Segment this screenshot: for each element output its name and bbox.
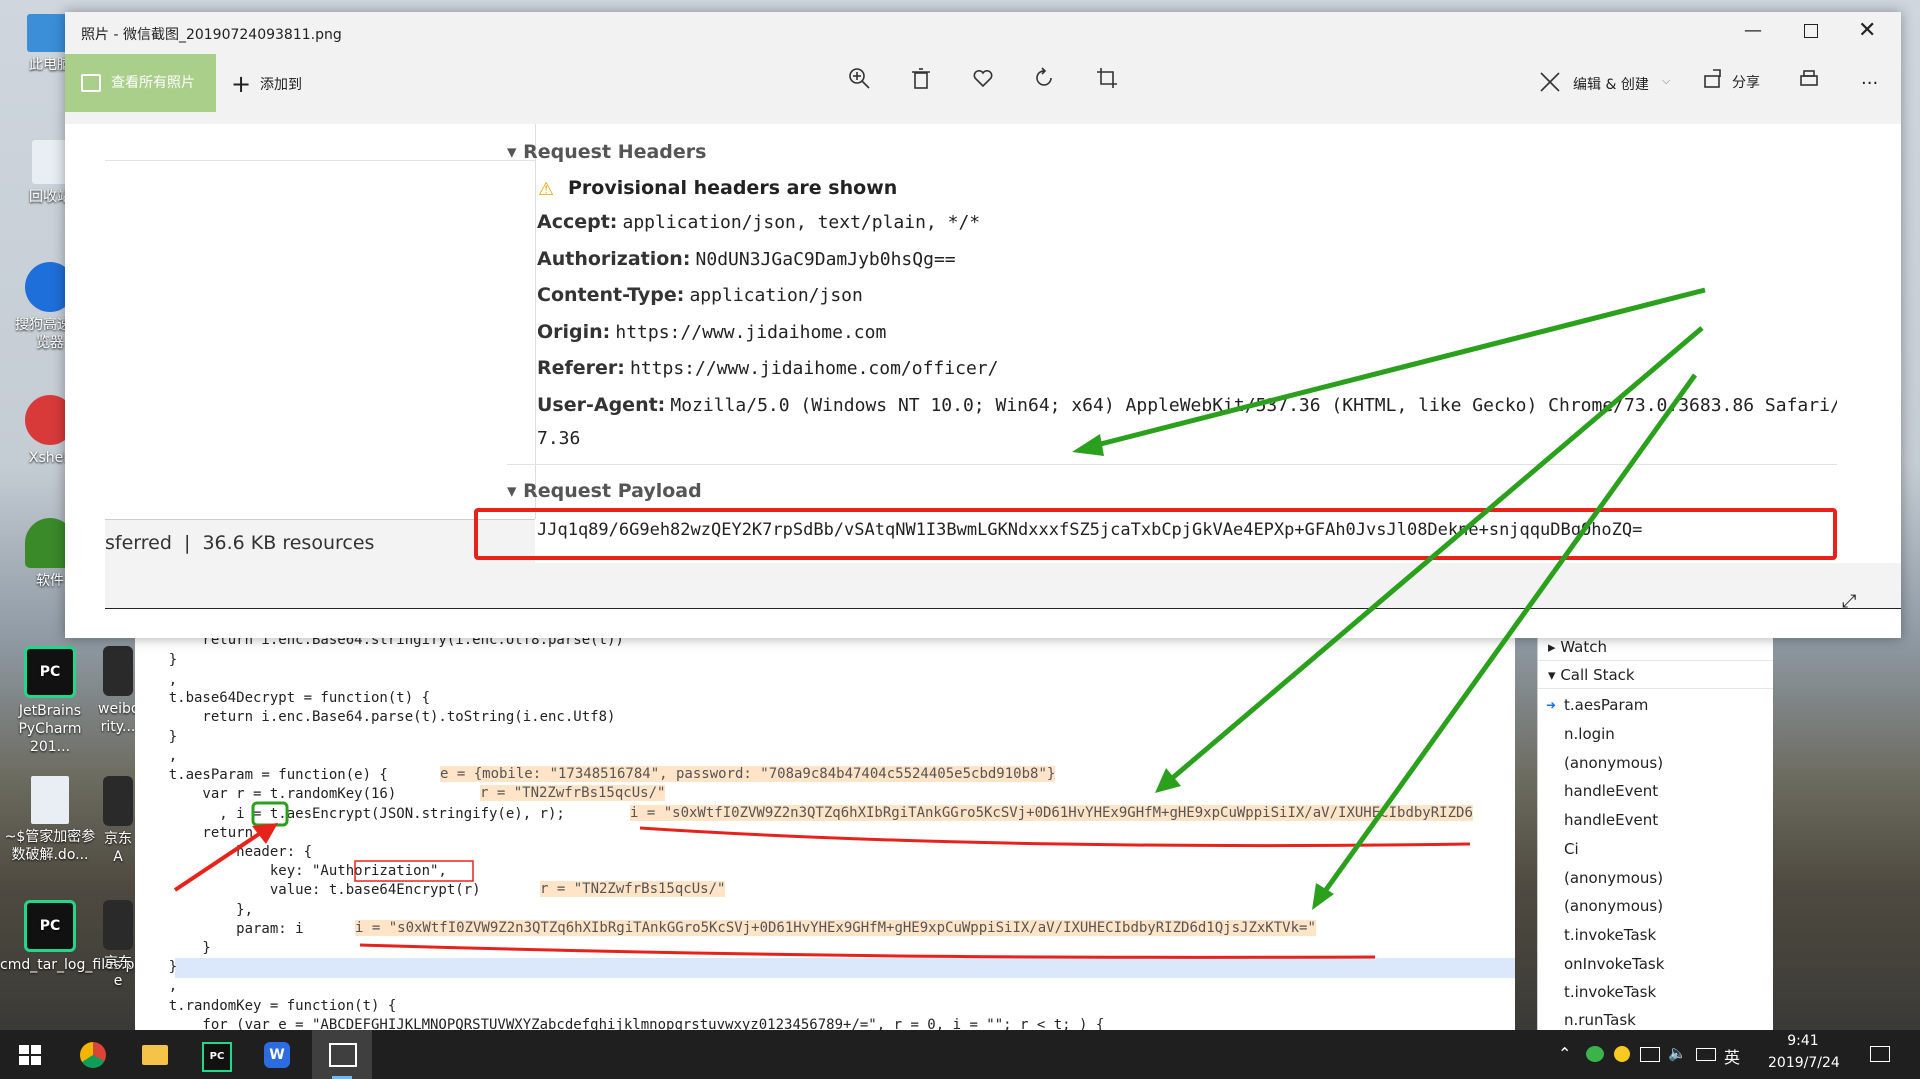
green-arrow-line-1 xyxy=(1084,287,1706,451)
windows-start-icon[interactable] xyxy=(19,1045,41,1065)
input-method-indicator[interactable]: 英 xyxy=(1724,1044,1740,1068)
file-explorer-icon[interactable] xyxy=(142,1045,168,1065)
volume-icon[interactable]: 🔈 xyxy=(1668,1044,1687,1062)
green-arrow-head-1 xyxy=(1072,434,1104,456)
green-arrow-line-3 xyxy=(1315,373,1698,903)
tray-expand-icon[interactable]: ⌃ xyxy=(1558,1044,1571,1063)
wechat-tray-icon[interactable] xyxy=(1586,1046,1604,1062)
chrome-icon[interactable] xyxy=(80,1042,106,1068)
green-arrow-line-2 xyxy=(1161,326,1704,788)
clock-time[interactable]: 9:41 xyxy=(1768,1033,1838,1049)
battery-icon[interactable] xyxy=(1696,1048,1716,1061)
network-tray-icon[interactable] xyxy=(1640,1047,1660,1062)
qq-tray-icon[interactable] xyxy=(1614,1046,1630,1062)
photos-taskbar-button[interactable] xyxy=(312,1030,372,1079)
notifications-icon[interactable] xyxy=(1870,1046,1890,1062)
clock-date[interactable]: 2019/7/24 xyxy=(1768,1055,1840,1071)
wps-icon[interactable]: W xyxy=(264,1042,290,1068)
pycharm-taskbar-icon[interactable]: PC xyxy=(202,1042,232,1072)
green-arrows-overlay xyxy=(1072,287,1706,910)
photos-taskbar-icon xyxy=(329,1043,357,1067)
taskbar: PC W ⌃ 🔈 英 9:41 2019/7/24 xyxy=(0,1030,1920,1079)
